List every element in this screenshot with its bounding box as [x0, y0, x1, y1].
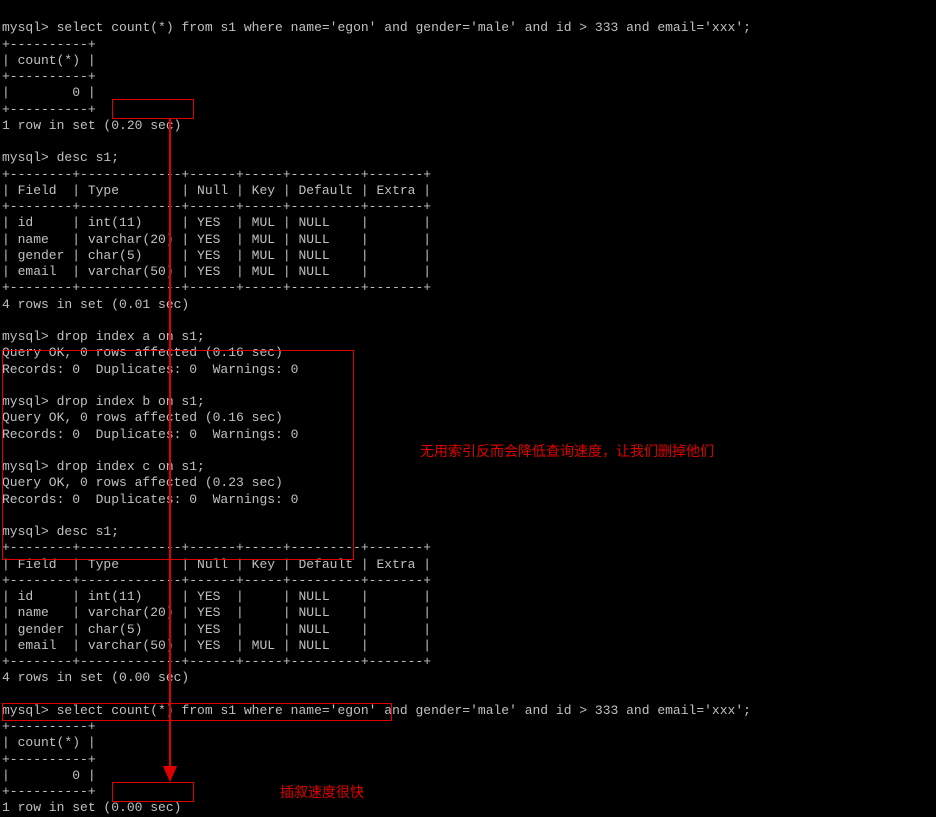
table-border: +----------+	[2, 102, 96, 117]
highlight-box-slow-time	[112, 99, 194, 119]
table-row: | gender | char(5) | YES | MUL | NULL | …	[2, 248, 431, 263]
sql-query: desc s1;	[57, 150, 119, 165]
table-border: +----------+	[2, 784, 96, 799]
table-row: | name | varchar(20) | YES | | NULL | |	[2, 605, 431, 620]
highlight-box-fast-time	[112, 782, 194, 802]
table-border: +----------+	[2, 69, 96, 84]
table-row: | 0 |	[2, 85, 96, 100]
prompt: mysql>	[2, 150, 49, 165]
table-row: | email | varchar(50) | YES | MUL | NULL…	[2, 638, 431, 653]
table-border: +--------+-------------+------+-----+---…	[2, 654, 431, 669]
table-row: | name | varchar(20) | YES | MUL | NULL …	[2, 232, 431, 247]
annotation-useless-index: 无用索引反而会降低查询速度，让我们删掉他们	[420, 443, 714, 461]
table-row: | email | varchar(50) | YES | MUL | NULL…	[2, 264, 431, 279]
sql-query: select count(*) from s1 where name='egon…	[57, 20, 751, 35]
table-row: | id | int(11) | YES | MUL | NULL | |	[2, 215, 431, 230]
annotation-fast-speed: 插叙速度很快	[280, 784, 364, 802]
highlight-box-email-row	[2, 703, 392, 721]
table-border: +--------+-------------+------+-----+---…	[2, 573, 431, 588]
table-header: | count(*) |	[2, 735, 96, 750]
table-border: +--------+-------------+------+-----+---…	[2, 167, 431, 182]
arrow-icon	[160, 118, 180, 782]
table-border: +----------+	[2, 37, 96, 52]
table-row: | gender | char(5) | YES | | NULL | |	[2, 622, 431, 637]
table-border: +----------+	[2, 719, 96, 734]
prompt: mysql>	[2, 20, 49, 35]
table-border: +--------+-------------+------+-----+---…	[2, 199, 431, 214]
table-border: +----------+	[2, 752, 96, 767]
timing-result: 1 row in set (0.20 sec)	[2, 118, 181, 133]
table-border: +--------+-------------+------+-----+---…	[2, 280, 431, 295]
table-row: | 0 |	[2, 768, 96, 783]
table-header: | count(*) |	[2, 53, 96, 68]
table-header: | Field | Type | Null | Key | Default | …	[2, 183, 431, 198]
table-row: | id | int(11) | YES | | NULL | |	[2, 589, 431, 604]
